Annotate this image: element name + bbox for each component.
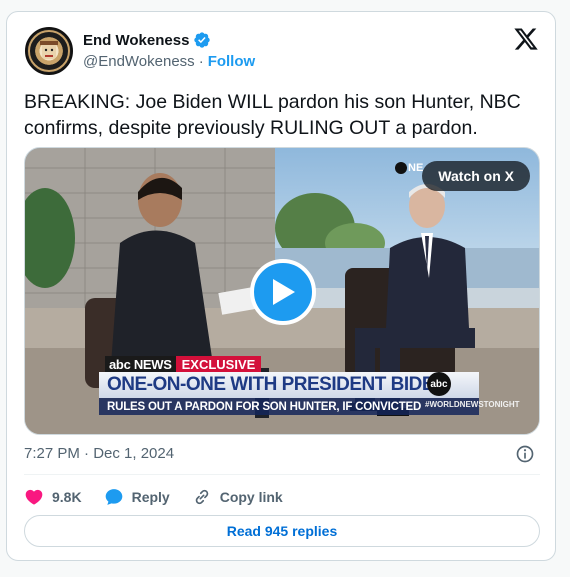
play-button[interactable]	[250, 259, 316, 325]
info-icon[interactable]	[515, 444, 535, 464]
author-handle-row: @EndWokeness · Follow	[83, 53, 255, 70]
author-name-row: End Wokeness	[83, 31, 211, 49]
copy-link-button[interactable]: Copy link	[192, 487, 283, 507]
tweet-text: BREAKING: Joe Biden WILL pardon his son …	[24, 91, 521, 139]
separator-dot: ·	[198, 53, 204, 70]
author-name[interactable]: End Wokeness	[83, 32, 189, 49]
reply-bubble-icon	[105, 489, 122, 505]
link-icon	[195, 489, 208, 505]
tweet-card: End Wokeness @EndWokeness · Follow BREAK…	[6, 11, 556, 561]
x-logo-icon[interactable]	[513, 26, 539, 52]
action-bar: 9.8K Reply Copy link	[24, 486, 283, 508]
reply-button[interactable]: Reply	[104, 487, 170, 507]
corner-logo-text: NE	[408, 162, 424, 174]
tweet-timestamp[interactable]: 7:27 PM · Dec 1, 2024	[24, 445, 174, 462]
chyron-hashtag: #WORLDNEWSTONIGHT	[425, 400, 520, 409]
video-player[interactable]: NE Watch on X abc NEWS EXCLUSIVE ONE-ON-…	[24, 147, 540, 435]
abc-dot-icon	[395, 162, 407, 174]
read-replies-button[interactable]: Read 945 replies	[24, 515, 540, 547]
heart-icon	[25, 489, 43, 505]
chyron-exclusive-tag: EXCLUSIVE	[175, 356, 262, 372]
divider	[24, 474, 540, 475]
play-icon	[273, 279, 295, 305]
chyron-headline: ONE-ON-ONE WITH PRESIDENT BIDEN	[99, 372, 479, 398]
avatar[interactable]	[25, 27, 73, 75]
corner-network-logo: NE	[395, 161, 423, 175]
abc-network-badge: abc	[427, 372, 451, 396]
watch-on-x-button[interactable]: Watch on X	[422, 161, 530, 191]
follow-button[interactable]: Follow	[208, 53, 256, 70]
like-button[interactable]: 9.8K	[24, 487, 82, 507]
chyron-brand: abc NEWS	[105, 356, 176, 372]
reply-label: Reply	[131, 489, 170, 505]
like-count: 9.8K	[52, 489, 82, 505]
verified-badge-icon	[194, 32, 211, 48]
copy-link-label: Copy link	[219, 489, 283, 505]
end-wokeness-logo-icon	[28, 30, 70, 72]
chyron-subheadline: RULES OUT A PARDON FOR SON HUNTER, IF CO…	[99, 398, 479, 415]
author-handle[interactable]: @EndWokeness	[83, 53, 195, 70]
chyron-top: abc NEWS EXCLUSIVE	[105, 356, 262, 372]
